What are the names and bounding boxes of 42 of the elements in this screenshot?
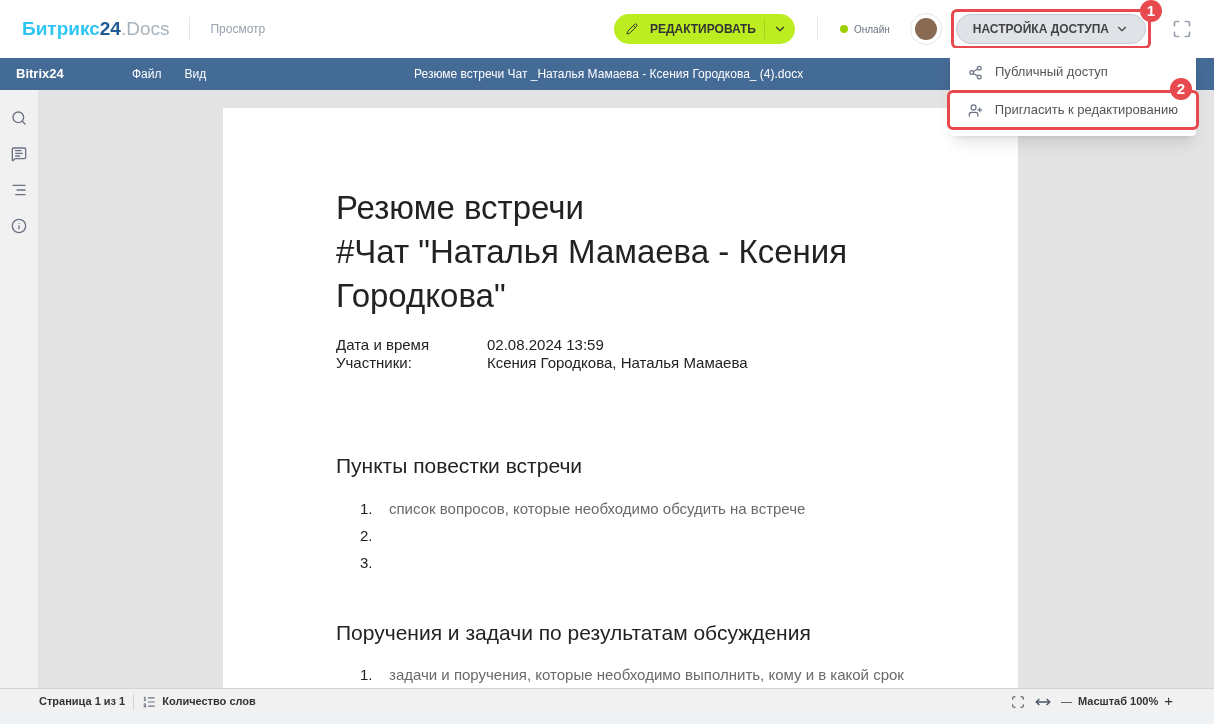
menu-item[interactable]: Вид	[184, 65, 207, 83]
page-counter: Страница 1 из 1	[39, 694, 126, 710]
document-title: Резюме встречи	[336, 188, 585, 228]
fit-page-icon[interactable]	[1011, 694, 1026, 709]
search-icon[interactable]	[11, 110, 27, 126]
list-number: 1.	[359, 665, 374, 686]
meta-label: Дата и время	[336, 336, 431, 354]
pencil-icon	[625, 23, 638, 35]
meta-value: Ксения Городкова, Наталья Мамаева	[487, 354, 748, 372]
menu-item[interactable]: Файл	[132, 65, 162, 83]
zoom-level: Масштаб 100%	[1078, 694, 1159, 710]
menu-item[interactable]: Публичный доступ	[950, 54, 1126, 90]
list-number: 2.	[359, 525, 374, 546]
list-number: 1.	[359, 498, 374, 519]
document-title: Городкова"	[336, 276, 507, 316]
access-settings-button[interactable]: НАСТРОЙКА ДОСТУПА	[955, 14, 1146, 44]
online-status: Онлайн	[854, 22, 890, 37]
word-count-button[interactable]: Количество слов	[162, 693, 256, 710]
add-user-icon	[968, 102, 983, 118]
step-badge: 1	[1140, 0, 1162, 22]
info-icon[interactable]	[11, 218, 27, 234]
share-icon	[968, 64, 983, 80]
word-count-icon[interactable]	[142, 694, 157, 709]
mode-label: Просмотр	[210, 21, 266, 38]
document-title: #Чат "Наталья Мамаева - Ксения	[336, 232, 849, 272]
list-number: 3.	[359, 552, 374, 573]
zoom-in-button[interactable]: +	[1164, 690, 1173, 713]
section-heading: Поручения и задачи по результатам обсуждения	[336, 619, 812, 646]
list-text: задачи и поручения, которые необходимо выполнить, кому и в какой срок	[389, 665, 904, 686]
fullscreen-icon[interactable]	[1172, 19, 1192, 39]
logo: Битрикс24.Docs	[22, 16, 170, 41]
zoom-out-button[interactable]: —	[1061, 693, 1073, 710]
meta-value: 02.08.2024 13:59	[487, 336, 604, 354]
lines-icon[interactable]	[11, 182, 27, 198]
comment-icon[interactable]	[11, 146, 27, 162]
section-heading: Пункты повестки встречи	[336, 453, 584, 479]
edit-button[interactable]: РЕДАКТИРОВАТЬ	[613, 14, 795, 44]
editor-logo: Bitrix24	[16, 65, 65, 84]
meta-label: Участники:	[336, 354, 413, 372]
list-text: список вопросов, которые необходимо обсудить на встрече	[389, 498, 806, 519]
step-badge: 2	[1170, 78, 1192, 100]
file-name: Резюме встречи Чат _Наталья Мамаева - Ксения Городкова_ (4).docx	[414, 66, 804, 83]
